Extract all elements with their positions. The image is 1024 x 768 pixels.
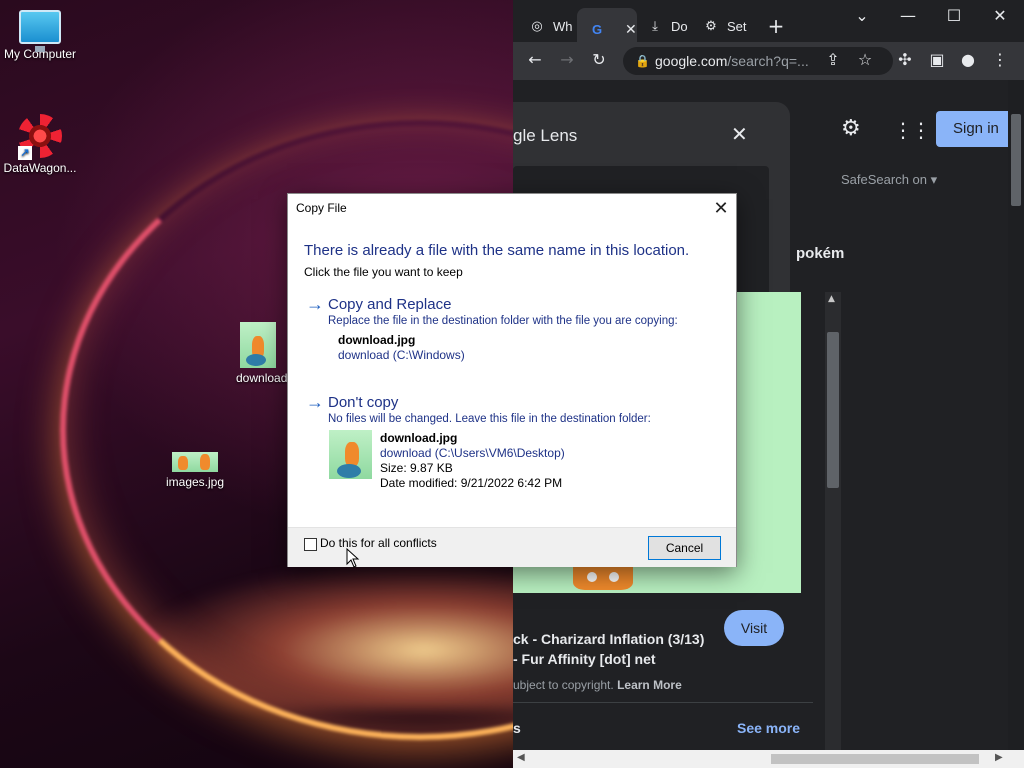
forward-button[interactable]: →	[556, 50, 578, 69]
reload-button[interactable]: ↻	[588, 50, 610, 69]
option-description: Replace the file in the destination fold…	[328, 315, 678, 327]
profile-icon[interactable]: ●	[957, 50, 979, 69]
lens-title: gle Lens	[513, 126, 578, 145]
visit-button[interactable]: Visit	[724, 610, 784, 646]
close-window-button[interactable]: ✕	[980, 6, 1020, 25]
download-icon: ⤓	[652, 18, 658, 33]
scrollbar-thumb[interactable]	[1011, 114, 1021, 206]
scrollbar-thumb[interactable]	[827, 332, 839, 488]
file-path: download (C:\Windows)	[338, 348, 465, 362]
safesearch-toggle[interactable]: SafeSearch on ▾	[841, 172, 937, 188]
option-title[interactable]: Don't copy	[328, 394, 398, 411]
lens-close-button[interactable]: ✕	[731, 122, 748, 146]
copyright-text: ubject to copyright.	[513, 678, 614, 692]
image-file-icon	[240, 322, 276, 368]
gear-icon: ⚙	[705, 18, 717, 33]
url-host: google.com	[655, 53, 728, 69]
option-title[interactable]: Copy and Replace	[328, 296, 451, 313]
file-path: download (C:\Users\VM6\Desktop)	[380, 446, 565, 460]
tab-label: Set	[727, 18, 747, 34]
bookmark-star-icon[interactable]: ☆	[854, 50, 876, 69]
copy-file-dialog: Copy File ✕ There is already a file with…	[287, 193, 737, 567]
page-vertical-scrollbar[interactable]	[1008, 80, 1024, 750]
file-thumbnail	[329, 430, 372, 479]
result-scrollbar[interactable]: ▲	[825, 292, 841, 750]
tab-label: Wh	[553, 18, 573, 34]
tab-wh[interactable]: ◎ Wh	[517, 10, 575, 42]
browser-toolbar: ← → ↻ 🔒 google.com/search?q=... ⇪ ☆ ✣ ▣ …	[513, 42, 1024, 80]
desktop-icon-my-computer[interactable]: My Computer	[0, 10, 80, 61]
divider	[513, 702, 813, 703]
conflict-checkbox[interactable]	[304, 538, 317, 551]
monitor-icon	[19, 10, 61, 52]
dialog-title: Copy File	[296, 201, 347, 215]
scroll-right-arrow-icon[interactable]: ▶	[995, 752, 1003, 763]
tab-downloads[interactable]: ⤓ Do	[635, 10, 691, 42]
file-name: download.jpg	[380, 431, 458, 445]
minimize-button[interactable]: —	[888, 6, 928, 25]
desktop-icon-datawagon[interactable]: ↗ DataWagon...	[0, 114, 80, 175]
page-horizontal-scrollbar[interactable]: ◀ ▶	[513, 750, 1024, 768]
arrow-right-icon: →	[306, 392, 324, 412]
file-size: Size: 9.87 KB	[380, 461, 453, 475]
file-date-modified: Date modified: 9/21/2022 6:42 PM	[380, 476, 563, 490]
sign-in-button[interactable]: Sign in	[936, 111, 1016, 147]
desktop-icon-label: images.jpg	[165, 475, 225, 489]
menu-kebab-icon[interactable]: ⋮	[989, 50, 1011, 69]
address-bar[interactable]: 🔒 google.com/search?q=...	[623, 47, 893, 75]
conflict-checkbox-label[interactable]: Do this for all conflicts	[320, 536, 437, 550]
desktop-icon-images[interactable]: images.jpg	[155, 452, 235, 489]
section-label: s	[513, 720, 521, 736]
datawagon-logo-icon: ↗	[18, 114, 62, 160]
scrollbar-thumb[interactable]	[771, 754, 979, 764]
shortcut-arrow-icon: ↗	[18, 146, 32, 160]
settings-gear-icon[interactable]: ⚙	[841, 116, 861, 141]
image-file-icon	[172, 452, 218, 472]
result-title-line-1[interactable]: ck - Charizard Inflation (3/13)	[513, 631, 704, 647]
url-path: /search?q=...	[727, 53, 809, 69]
scroll-up-arrow-icon[interactable]: ▲	[828, 294, 835, 304]
share-icon[interactable]: ⇪	[822, 50, 844, 69]
desktop-icon-label: DataWagon...	[3, 161, 77, 175]
chrome-icon: ◎	[531, 18, 543, 33]
cancel-button[interactable]: Cancel	[648, 536, 721, 560]
tab-settings[interactable]: ⚙ Set	[691, 10, 751, 42]
dialog-heading: There is already a file with the same na…	[304, 242, 690, 259]
scroll-left-arrow-icon[interactable]: ◀	[517, 752, 525, 763]
side-panel-icon[interactable]: ▣	[926, 50, 948, 69]
option-description: No files will be changed. Leave this fil…	[328, 413, 651, 425]
filter-chip[interactable]: pokém	[796, 245, 844, 262]
lock-icon: 🔒	[635, 54, 650, 68]
back-button[interactable]: ←	[524, 50, 546, 69]
mouse-cursor-icon	[346, 548, 360, 568]
new-tab-button[interactable]: +	[756, 14, 796, 38]
arrow-right-icon: →	[306, 294, 324, 314]
desktop-icon-download[interactable]: download	[228, 322, 288, 385]
tab-label: Do	[671, 18, 688, 34]
desktop-icon-label: download	[236, 371, 288, 385]
file-name: download.jpg	[338, 333, 416, 347]
dialog-close-button[interactable]: ✕	[708, 196, 734, 220]
google-icon: G	[591, 21, 603, 37]
see-more-link[interactable]: See more	[737, 720, 800, 736]
dialog-subheading: Click the file you want to keep	[304, 265, 463, 279]
copyright-note: ubject to copyright. Learn More	[513, 678, 682, 692]
maximize-button[interactable]: ☐	[934, 6, 974, 25]
extensions-icon[interactable]: ✣	[894, 50, 916, 69]
tab-search-button[interactable]: ⌄	[842, 6, 882, 25]
result-title-line-2[interactable]: - Fur Affinity [dot] net	[513, 651, 656, 667]
learn-more-link[interactable]: Learn More	[617, 678, 682, 692]
